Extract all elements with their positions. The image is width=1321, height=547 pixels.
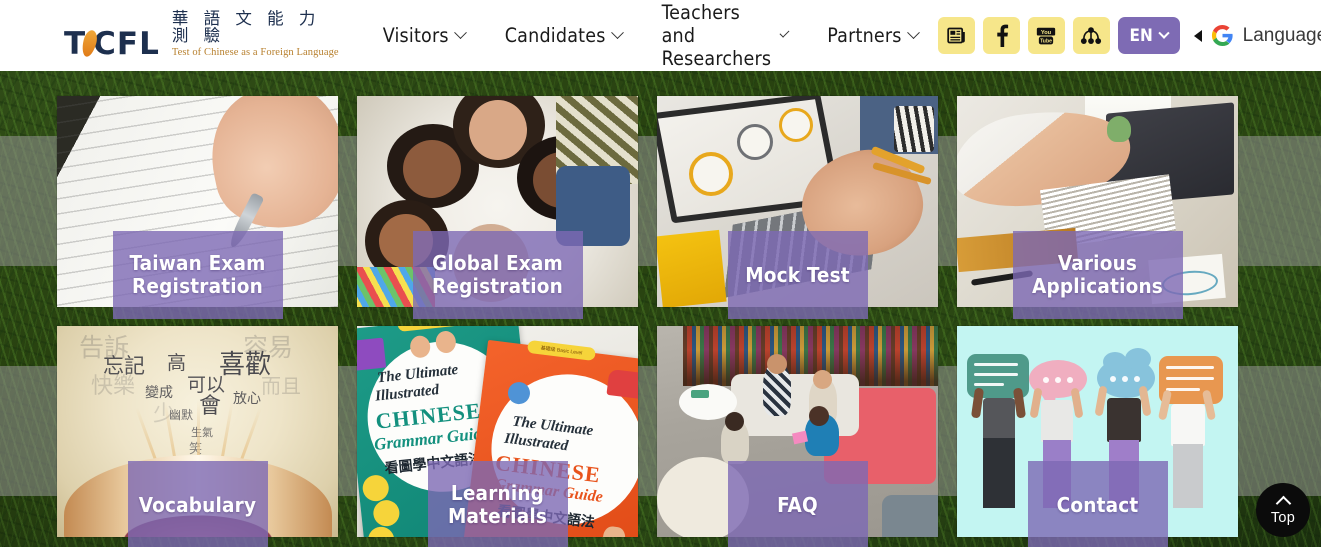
tile-label-learning-materials: Learning Materials xyxy=(427,461,568,547)
vocab-char: 會 xyxy=(199,394,222,419)
tile-faq[interactable]: FAQ xyxy=(657,326,938,547)
tile-taiwan-exam-registration[interactable]: Taiwan Exam Registration xyxy=(57,96,338,319)
nav-label-partners: Partners xyxy=(827,24,902,47)
logo-text-c: C xyxy=(93,25,117,62)
svg-text:You: You xyxy=(1041,29,1052,35)
news-button[interactable] xyxy=(937,17,975,54)
person-1 xyxy=(983,398,1015,440)
person-4 xyxy=(1171,404,1205,446)
nav-label-teachers: Teachers and Researchers xyxy=(661,1,772,70)
tile-various-applications[interactable]: Various Applications xyxy=(957,96,1238,319)
language-selector-button[interactable]: EN xyxy=(1117,17,1180,54)
collapse-arrow-icon xyxy=(1193,29,1202,42)
nav-item-partners[interactable]: Partners xyxy=(807,18,937,53)
youtube-icon: You Tube xyxy=(1036,27,1056,44)
vocab-char: 而且 xyxy=(261,374,301,398)
google-translate-label: Languages xyxy=(1242,24,1321,46)
logo-chinese-name: 華 語 文 能 力 測 驗 xyxy=(171,9,321,45)
nav-label-candidates: Candidates xyxy=(504,24,606,47)
quicklink-tile-grid: Taiwan Exam Registration Global Exam Reg… xyxy=(57,96,1249,547)
chevron-down-icon xyxy=(453,26,467,40)
facebook-icon xyxy=(996,24,1008,47)
tile-label-global-exam-registration: Global Exam Registration xyxy=(412,231,583,319)
vocab-char: 少 xyxy=(153,402,176,427)
nav-label-visitors: Visitors xyxy=(382,24,449,47)
person-2 xyxy=(1041,400,1073,442)
tile-label-faq: FAQ xyxy=(727,461,868,547)
chevron-up-icon xyxy=(1275,495,1291,512)
facebook-button[interactable] xyxy=(982,17,1020,54)
vocab-char: 高 xyxy=(167,352,187,374)
nav-item-teachers-and-researchers[interactable]: Teachers and Researchers xyxy=(642,0,808,76)
tile-vocabulary[interactable]: 告訴 容易 忘記 高 喜歡 可以 變成 會 放心 幽默 生氣 笑 而且 快樂 少… xyxy=(57,326,338,547)
logo-subtitle: Test of Chinese as a Foreign Language xyxy=(171,47,339,59)
tile-mock-test[interactable]: Mock Test xyxy=(657,96,938,319)
youtube-button[interactable]: You Tube xyxy=(1027,17,1065,54)
nav-item-visitors[interactable]: Visitors xyxy=(363,18,485,53)
site-header: T C FL 華 語 文 能 力 測 驗 Test of Chinese as … xyxy=(0,0,1321,71)
logo-chinese-block: 華 語 文 能 力 測 驗 Test of Chinese as a Forei… xyxy=(172,11,339,59)
google-logo-icon xyxy=(1211,24,1233,47)
tile-learning-materials[interactable]: 進階級 Advanced Level The Ultimate Illustra… xyxy=(357,326,638,547)
google-translate-widget[interactable]: Languages xyxy=(1193,24,1321,47)
svg-text:Tube: Tube xyxy=(1040,38,1052,44)
tile-label-mock-test: Mock Test xyxy=(727,231,868,319)
news-icon xyxy=(946,27,965,44)
logo-wordmark: T C FL xyxy=(64,25,160,62)
chevron-down-icon xyxy=(906,26,920,40)
chevron-down-icon xyxy=(610,26,624,40)
logo-text-fl: FL xyxy=(116,25,160,62)
tile-contact[interactable]: Contact xyxy=(957,326,1238,547)
back-to-top-label: Top xyxy=(1270,510,1296,526)
sitemap-icon xyxy=(1081,26,1102,44)
tile-global-exam-registration[interactable]: Global Exam Registration xyxy=(357,96,638,319)
chevron-down-icon xyxy=(779,27,790,38)
header-utility-bar: You Tube EN Languag xyxy=(937,17,1321,54)
chevron-down-icon xyxy=(1158,27,1170,39)
main-navigation: Visitors Candidates Teachers and Researc… xyxy=(363,0,938,76)
book-tag-advanced: 進階級 Advanced Level xyxy=(397,326,477,332)
tile-label-taiwan-exam-registration: Taiwan Exam Registration xyxy=(112,231,283,319)
vocab-char: 快樂 xyxy=(91,374,136,399)
language-selector-label: EN xyxy=(1129,25,1153,46)
vocab-char: 放心 xyxy=(233,391,261,407)
site-logo[interactable]: T C FL 華 語 文 能 力 測 驗 Test of Chinese as … xyxy=(64,11,339,60)
sitemap-button[interactable] xyxy=(1072,17,1110,54)
nav-item-candidates[interactable]: Candidates xyxy=(485,18,642,53)
tile-label-contact: Contact xyxy=(1027,461,1168,547)
tile-label-vocabulary: Vocabulary xyxy=(127,461,268,547)
back-to-top-button[interactable]: Top xyxy=(1256,483,1310,537)
tile-label-various-applications: Various Applications xyxy=(1012,231,1183,319)
person-3 xyxy=(1107,398,1141,442)
